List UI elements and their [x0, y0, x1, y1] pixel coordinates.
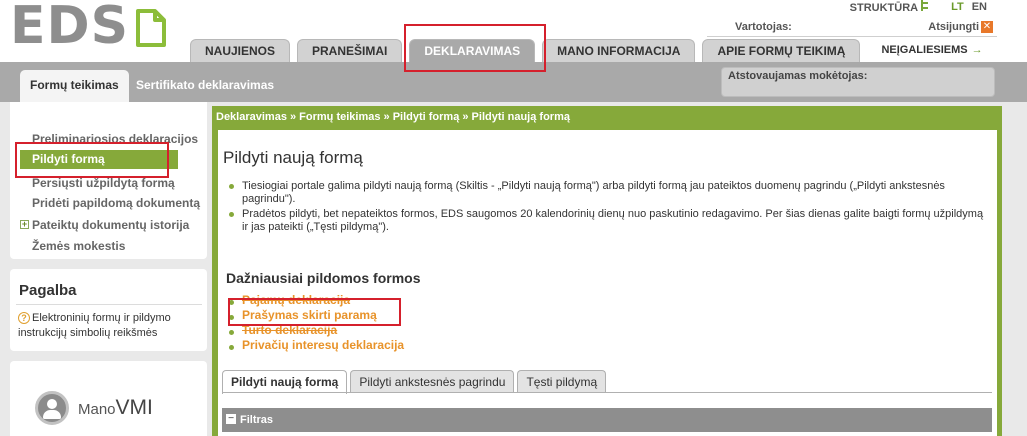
- user-avatar-icon: [35, 391, 69, 425]
- divider: [16, 304, 202, 305]
- bullet-icon: [229, 184, 234, 189]
- form-link-privaciu-interesu[interactable]: Privačių interesų deklaracija: [228, 338, 404, 353]
- main-tabs: NAUJIENOS PRANEŠIMAI DEKLARAVIMAS MANO I…: [190, 39, 1004, 62]
- structure-icon: [921, 0, 929, 11]
- list-item: Tiesiogiai portale galima pildyti naują …: [228, 180, 988, 206]
- filter-header[interactable]: − Filtras: [222, 408, 992, 432]
- content-tabs: Pildyti naują formą Pildyti ankstesnės p…: [222, 370, 609, 394]
- payer-label: Atstovaujamas mokėtojas:: [728, 70, 868, 82]
- subtab-sertifikato-deklaravimas[interactable]: Sertifikato deklaravimas: [136, 70, 274, 100]
- tab-mano-informacija[interactable]: MANO INFORMACIJA: [542, 39, 696, 62]
- logout-link[interactable]: Atsijungti: [928, 21, 979, 33]
- tab-apie-formu-teikima[interactable]: APIE FORMŲ TEIKIMĄ: [702, 39, 861, 62]
- arrow-right-icon: →: [971, 44, 983, 56]
- help-link[interactable]: ? Elektroninių formų ir pildymo instrukci…: [18, 311, 203, 341]
- question-icon: ?: [18, 312, 30, 324]
- highlight-box: [404, 24, 546, 72]
- content-area: Pildyti naują formą Tiesiogiai portale g…: [218, 130, 997, 436]
- sidebar-item-istorija[interactable]: + Pateiktų dokumentų istorija: [20, 218, 189, 232]
- section-title: Dažniausiai pildomos formos: [226, 270, 421, 286]
- sidebar-item-persiusti[interactable]: Persiųsti užpildytą formą: [32, 176, 175, 190]
- structure-link[interactable]: STRUKTŪRA: [850, 0, 929, 14]
- user-label: Vartotojas:: [735, 21, 792, 33]
- help-title: Pagalba: [19, 282, 77, 299]
- divider: [707, 36, 997, 37]
- top-meta: STRUKTŪRA LT EN: [850, 0, 987, 14]
- subtab-formu-teikimas[interactable]: Formų teikimas: [20, 70, 129, 102]
- document-icon: [136, 9, 167, 47]
- sidebar-item-zemes-mokestis[interactable]: Žemės mokestis: [32, 239, 125, 253]
- bullet-icon: [229, 212, 234, 217]
- logo-text: EDS: [10, 0, 130, 56]
- user-box: Vartotojas: Atsijungti ✕: [707, 21, 997, 35]
- highlight-box: [228, 298, 401, 326]
- payer-box: Atstovaujamas mokėtojas:: [721, 67, 995, 97]
- close-icon[interactable]: ✕: [981, 21, 993, 33]
- tab-naujienos[interactable]: NAUJIENOS: [190, 39, 291, 62]
- expand-icon[interactable]: +: [20, 220, 29, 229]
- tab-neigaliesiems[interactable]: NEĮGALIESIEMS →: [867, 39, 996, 62]
- highlight-box: [15, 142, 169, 178]
- lang-lt-link[interactable]: LT: [951, 1, 964, 13]
- eds-logo[interactable]: EDS: [10, 0, 167, 56]
- collapse-icon[interactable]: −: [226, 414, 236, 424]
- breadcrumb[interactable]: Deklaravimas » Formų teikimas » Pildyti …: [216, 111, 570, 123]
- mano-vmi-banner[interactable]: ManoVMI: [10, 361, 207, 436]
- divider: [222, 392, 992, 393]
- sidebar-item-prideti[interactable]: Pridėti papildomą dokumentą: [32, 196, 200, 210]
- tab-pranesimai[interactable]: PRANEŠIMAI: [297, 39, 403, 62]
- lang-en-link[interactable]: EN: [972, 1, 987, 13]
- main-panel: Deklaravimas » Formų teikimas » Pildyti …: [212, 106, 1002, 436]
- bullet-icon: [229, 330, 234, 335]
- help-panel: Pagalba ? Elektroninių formų ir pildymo i…: [10, 269, 207, 351]
- page-title: Pildyti naują formą: [223, 148, 363, 167]
- sidebar-nav: Preliminariosios deklaracijos Pildyti fo…: [10, 102, 207, 259]
- tab-testi-pildyma[interactable]: Tęsti pildymą: [517, 370, 607, 393]
- mano-vmi-logo: ManoVMI: [78, 396, 153, 419]
- tab-pildyti-ankstesnes[interactable]: Pildyti ankstesnės pagrindu: [350, 370, 515, 393]
- bullet-icon: [229, 345, 234, 350]
- tab-pildyti-nauja-forma[interactable]: Pildyti naują formą: [222, 370, 348, 394]
- list-item: Pradėtos pildyti, bet nepateiktos formos…: [228, 208, 988, 234]
- info-list: Tiesiogiai portale galima pildyti naują …: [228, 180, 988, 236]
